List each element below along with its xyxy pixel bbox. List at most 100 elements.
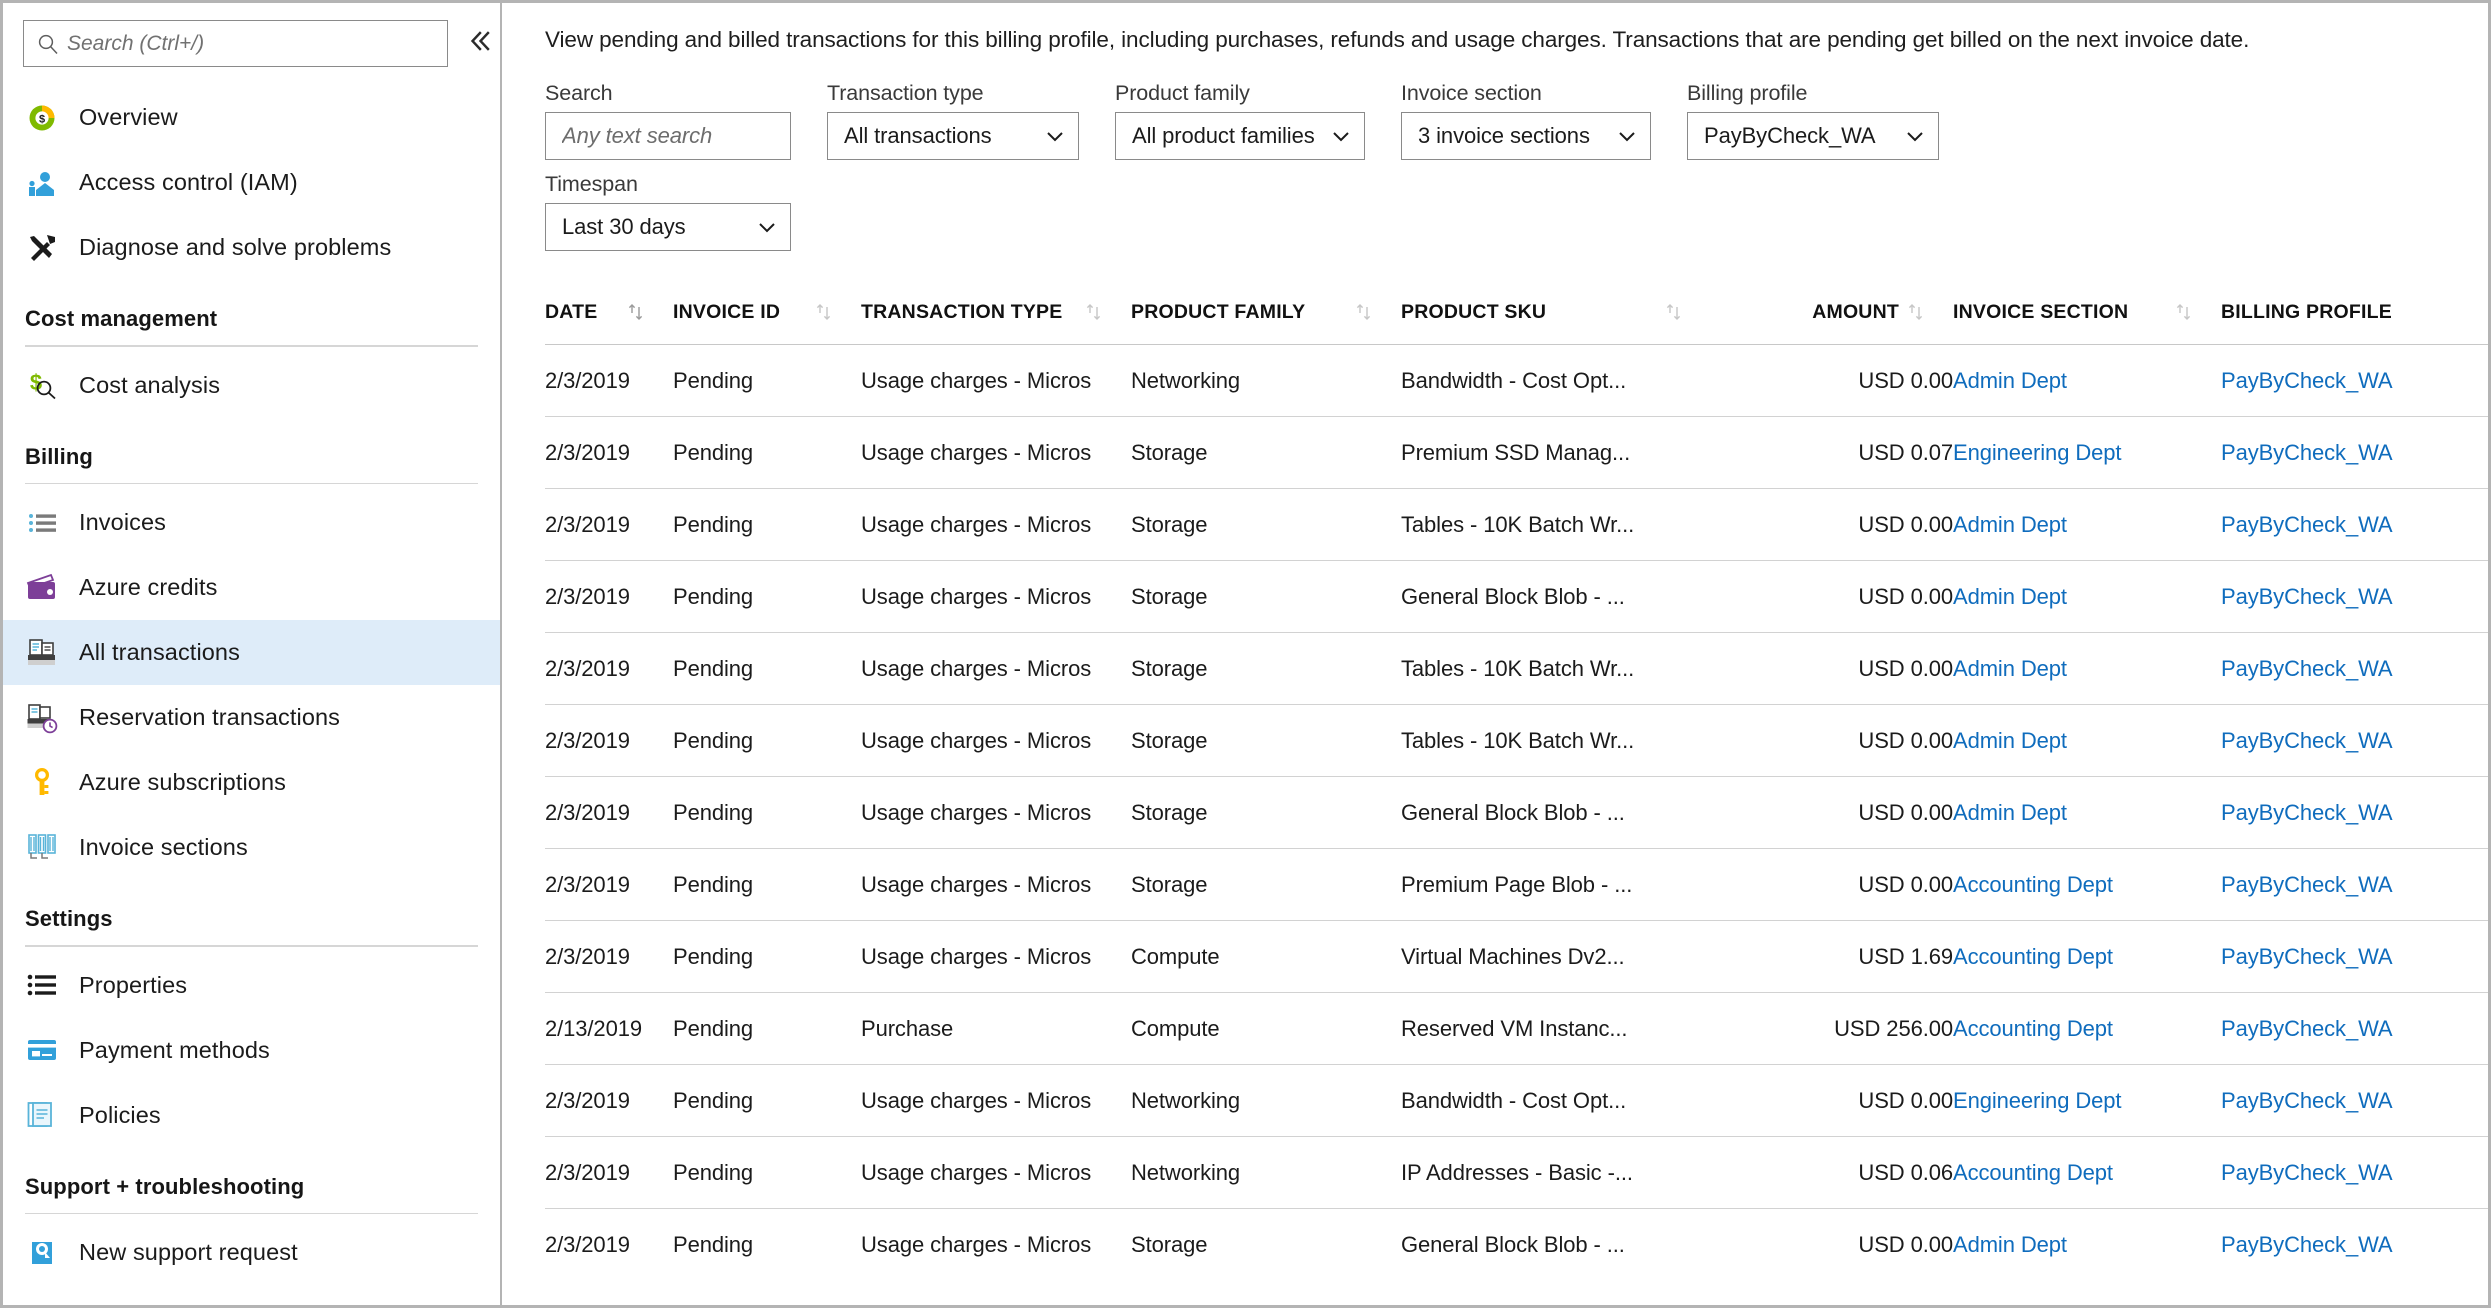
sort-icon[interactable]	[625, 302, 647, 324]
table-row[interactable]: 2/3/2019 Pending Usage charges - Micros Sto…	[545, 632, 2488, 705]
cell-invoice-section[interactable]: Admin Dept	[1953, 1208, 2221, 1281]
cell-billing-profile[interactable]: PayByCheck_WA	[2221, 1208, 2488, 1281]
search-filter-box[interactable]	[545, 112, 850, 160]
cell-billing-profile[interactable]: PayByCheck_WA	[2221, 1136, 2488, 1209]
sidebar-item-properties[interactable]: Properties	[3, 953, 500, 1018]
table-row[interactable]: 2/3/2019 Pending Usage charges - Micros Net…	[545, 344, 2488, 417]
sidebar-item-invoice-sections[interactable]: Invoice sections	[3, 815, 500, 880]
timespan-select[interactable]: Last 30 days	[545, 203, 791, 251]
cell-invoice-section[interactable]: Admin Dept	[1953, 488, 2221, 561]
column-header-transaction-type[interactable]: TRANSACTION TYPE	[861, 301, 1131, 345]
cell-billing-profile-link[interactable]: PayByCheck_WA	[2221, 440, 2393, 465]
cell-invoice-section[interactable]: Engineering Dept	[1953, 416, 2221, 489]
column-header-product-family[interactable]: PRODUCT FAMILY	[1131, 301, 1401, 345]
cell-invoice-section-link[interactable]: Admin Dept	[1953, 656, 2067, 681]
search-input[interactable]	[67, 31, 447, 56]
cell-invoice-section-link[interactable]: Engineering Dept	[1953, 440, 2122, 465]
sort-icon[interactable]	[2173, 302, 2195, 324]
sidebar-item-cost-analysis[interactable]: $ Cost analysis	[3, 353, 500, 418]
invoice-section-select[interactable]: 3 invoice sections	[1401, 112, 1651, 160]
cell-invoice-section[interactable]: Accounting Dept	[1953, 920, 2221, 993]
cell-invoice-section-link[interactable]: Admin Dept	[1953, 584, 2067, 609]
collapse-sidebar-button[interactable]	[462, 23, 498, 59]
cell-billing-profile-link[interactable]: PayByCheck_WA	[2221, 1160, 2393, 1185]
cell-billing-profile[interactable]: PayByCheck_WA	[2221, 344, 2488, 417]
sidebar-item-all-transactions[interactable]: All transactions	[3, 620, 500, 685]
cell-billing-profile-link[interactable]: PayByCheck_WA	[2221, 944, 2393, 969]
cell-invoice-section[interactable]: Accounting Dept	[1953, 1136, 2221, 1209]
cell-invoice-section[interactable]: Admin Dept	[1953, 776, 2221, 849]
table-row[interactable]: 2/3/2019 Pending Usage charges - Micros Sto…	[545, 560, 2488, 633]
table-row[interactable]: 2/3/2019 Pending Usage charges - Micros Net…	[545, 1064, 2488, 1137]
sidebar-item-access-control[interactable]: Access control (IAM)	[3, 150, 500, 215]
table-row[interactable]: 2/3/2019 Pending Usage charges - Micros Sto…	[545, 776, 2488, 849]
cell-invoice-section-link[interactable]: Admin Dept	[1953, 368, 2067, 393]
cell-billing-profile-link[interactable]: PayByCheck_WA	[2221, 656, 2393, 681]
table-row[interactable]: 2/3/2019 Pending Usage charges - Micros Com…	[545, 920, 2488, 993]
table-row[interactable]: 2/3/2019 Pending Usage charges - Micros Sto…	[545, 488, 2488, 561]
table-row[interactable]: 2/3/2019 Pending Usage charges - Micros Net…	[545, 1136, 2488, 1209]
cell-billing-profile[interactable]: PayByCheck_WA	[2221, 704, 2488, 777]
sidebar-search-box[interactable]	[23, 20, 448, 67]
sort-icon[interactable]	[1905, 302, 1927, 324]
column-header-date[interactable]: DATE	[545, 301, 673, 345]
sidebar-item-azure-subscriptions[interactable]: Azure subscriptions	[3, 750, 500, 815]
sort-icon[interactable]	[813, 302, 835, 324]
table-row[interactable]: 2/3/2019 Pending Usage charges - Micros Sto…	[545, 704, 2488, 777]
cell-billing-profile-link[interactable]: PayByCheck_WA	[2221, 872, 2393, 897]
sidebar-item-payment-methods[interactable]: Payment methods	[3, 1018, 500, 1083]
cell-invoice-section-link[interactable]: Admin Dept	[1953, 800, 2067, 825]
transaction-type-select[interactable]: All transactions	[827, 112, 1079, 160]
cell-billing-profile[interactable]: PayByCheck_WA	[2221, 848, 2488, 921]
table-row[interactable]: 2/13/2019 Pending Purchase Compute Reserved …	[545, 992, 2488, 1065]
cell-billing-profile[interactable]: PayByCheck_WA	[2221, 488, 2488, 561]
table-row[interactable]: 2/3/2019 Pending Usage charges - Micros Sto…	[545, 1208, 2488, 1281]
cell-billing-profile[interactable]: PayByCheck_WA	[2221, 776, 2488, 849]
sidebar-item-policies[interactable]: Policies	[3, 1083, 500, 1148]
column-header-product-sku[interactable]: PRODUCT SKU	[1401, 301, 1711, 345]
sidebar-item-invoices[interactable]: Invoices	[3, 490, 500, 555]
cell-billing-profile-link[interactable]: PayByCheck_WA	[2221, 1088, 2393, 1113]
cell-invoice-section-link[interactable]: Admin Dept	[1953, 728, 2067, 753]
cell-invoice-section[interactable]: Accounting Dept	[1953, 848, 2221, 921]
cell-invoice-section-link[interactable]: Engineering Dept	[1953, 1088, 2122, 1113]
sort-icon[interactable]	[1083, 302, 1105, 324]
cell-invoice-section-link[interactable]: Admin Dept	[1953, 512, 2067, 537]
cell-invoice-section[interactable]: Admin Dept	[1953, 632, 2221, 705]
cell-invoice-section-link[interactable]: Accounting Dept	[1953, 1160, 2113, 1185]
cell-billing-profile-link[interactable]: PayByCheck_WA	[2221, 1232, 2393, 1257]
product-family-select[interactable]: All product families	[1115, 112, 1365, 160]
cell-billing-profile[interactable]: PayByCheck_WA	[2221, 920, 2488, 993]
cell-billing-profile-link[interactable]: PayByCheck_WA	[2221, 584, 2393, 609]
column-header-invoice-id[interactable]: INVOICE ID	[673, 301, 861, 345]
cell-invoice-section[interactable]: Accounting Dept	[1953, 992, 2221, 1065]
sidebar-item-new-support-request[interactable]: New support request	[3, 1220, 500, 1285]
cell-invoice-section[interactable]: Engineering Dept	[1953, 1064, 2221, 1137]
cell-billing-profile-link[interactable]: PayByCheck_WA	[2221, 728, 2393, 753]
sidebar-item-reservation-transactions[interactable]: Reservation transactions	[3, 685, 500, 750]
cell-invoice-section-link[interactable]: Accounting Dept	[1953, 944, 2113, 969]
cell-billing-profile-link[interactable]: PayByCheck_WA	[2221, 512, 2393, 537]
cell-invoice-section[interactable]: Admin Dept	[1953, 344, 2221, 417]
cell-billing-profile[interactable]: PayByCheck_WA	[2221, 416, 2488, 489]
column-header-invoice-section[interactable]: INVOICE SECTION	[1953, 301, 2221, 345]
cell-invoice-section-link[interactable]: Accounting Dept	[1953, 872, 2113, 897]
cell-invoice-section-link[interactable]: Accounting Dept	[1953, 1016, 2113, 1041]
search-input-filter[interactable]	[562, 123, 850, 149]
table-row[interactable]: 2/3/2019 Pending Usage charges - Micros Sto…	[545, 848, 2488, 921]
cell-billing-profile[interactable]: PayByCheck_WA	[2221, 632, 2488, 705]
cell-billing-profile-link[interactable]: PayByCheck_WA	[2221, 368, 2393, 393]
cell-billing-profile-link[interactable]: PayByCheck_WA	[2221, 1016, 2393, 1041]
cell-billing-profile[interactable]: PayByCheck_WA	[2221, 1064, 2488, 1137]
cell-billing-profile-link[interactable]: PayByCheck_WA	[2221, 800, 2393, 825]
cell-billing-profile[interactable]: PayByCheck_WA	[2221, 560, 2488, 633]
sidebar-item-azure-credits[interactable]: Azure credits	[3, 555, 500, 620]
column-header-amount[interactable]: AMOUNT	[1711, 301, 1953, 345]
sort-icon[interactable]	[1353, 302, 1375, 324]
cell-billing-profile[interactable]: PayByCheck_WA	[2221, 992, 2488, 1065]
table-row[interactable]: 2/3/2019 Pending Usage charges - Micros Sto…	[545, 416, 2488, 489]
billing-profile-select[interactable]: PayByCheck_WA	[1687, 112, 1939, 160]
cell-invoice-section-link[interactable]: Admin Dept	[1953, 1232, 2067, 1257]
column-header-billing-profile[interactable]: BILLING PROFILE	[2221, 301, 2488, 345]
sort-icon[interactable]	[1663, 302, 1685, 324]
